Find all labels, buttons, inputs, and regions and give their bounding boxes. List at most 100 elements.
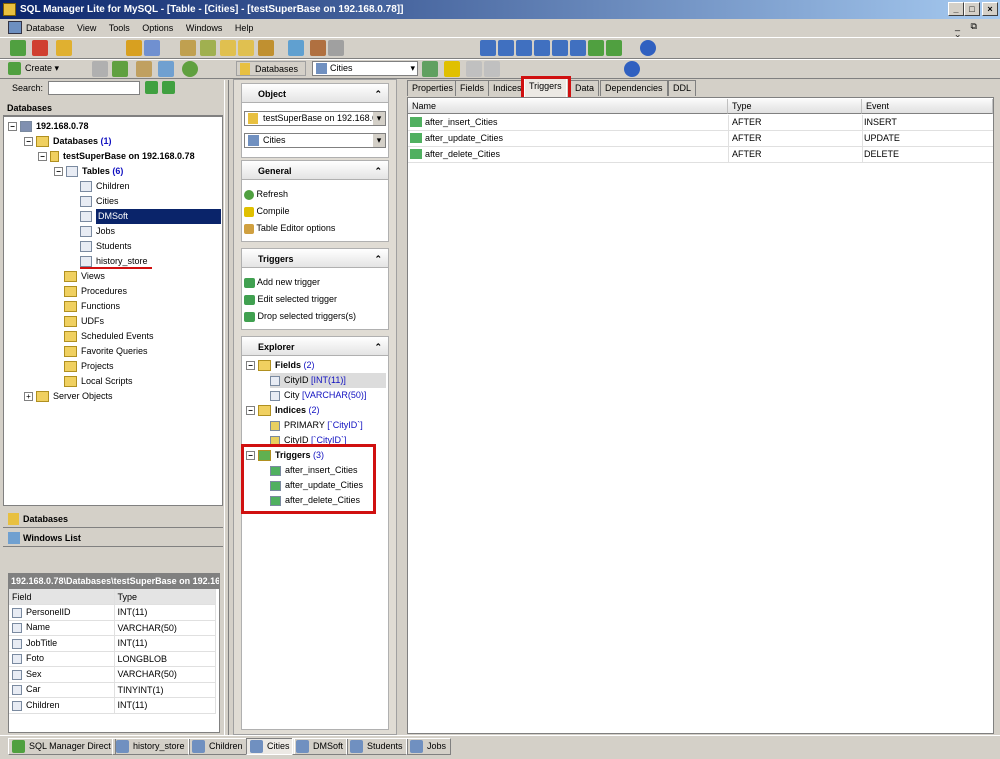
search-next-icon[interactable]: [162, 81, 175, 94]
task-jobs[interactable]: Jobs: [406, 738, 452, 755]
collapse-icon[interactable]: ⌃: [374, 249, 382, 269]
compile-link[interactable]: Compile: [244, 203, 290, 219]
bottom-tab-databases[interactable]: Databases: [3, 510, 223, 528]
tree-procedures[interactable]: Procedures: [64, 284, 127, 299]
tile-v-icon[interactable]: [534, 40, 550, 56]
drop-trigger-link[interactable]: Drop selected triggers(s): [244, 308, 356, 324]
object-section-header[interactable]: Object ⌃: [241, 83, 389, 103]
services-icon[interactable]: [328, 40, 344, 56]
table-select[interactable]: Cities ▾: [244, 133, 386, 148]
edit-icon[interactable]: [180, 40, 196, 56]
mdi-controls[interactable]: _ ⧉ ×: [955, 21, 995, 42]
task-children[interactable]: Children: [188, 738, 248, 755]
db-select[interactable]: testSuperBase on 192.168.0.78 ▾: [244, 111, 386, 126]
search-prev-icon[interactable]: [145, 81, 158, 94]
task-students[interactable]: Students: [346, 738, 408, 755]
edit-trigger-link[interactable]: Edit selected trigger: [244, 291, 337, 307]
export-icon[interactable]: [220, 40, 236, 56]
table-row[interactable]: Sex VARCHAR(50): [9, 666, 216, 683]
search-input[interactable]: [48, 81, 140, 95]
tree-functions[interactable]: Functions: [64, 299, 120, 314]
tools-icon[interactable]: [310, 40, 326, 56]
table-row[interactable]: after_delete_Cities AFTER DELETE: [408, 147, 993, 163]
print-icon[interactable]: [288, 40, 304, 56]
query-builder-icon[interactable]: [144, 40, 160, 56]
expand-icon[interactable]: +: [24, 392, 33, 402]
table-row[interactable]: PersonelID INT(11): [9, 604, 216, 621]
menu-windows[interactable]: Windows: [186, 23, 223, 33]
cascade-icon[interactable]: [480, 40, 496, 56]
menu-options[interactable]: Options: [142, 23, 173, 33]
tree-database-testsuperbase[interactable]: − testSuperBase on 192.168.0.78: [38, 149, 195, 164]
collapse-icon[interactable]: −: [246, 406, 255, 416]
menu-view[interactable]: View: [77, 23, 96, 33]
tree-table-children[interactable]: Children: [80, 179, 130, 194]
commit-icon[interactable]: [466, 61, 482, 77]
tree-views[interactable]: Views: [64, 269, 105, 284]
table-row[interactable]: Foto LONGBLOB: [9, 651, 216, 667]
tree-table-dmsoft[interactable]: DMSoft: [80, 209, 221, 224]
tree-databases[interactable]: − Databases (1): [24, 134, 112, 149]
tab-dependencies[interactable]: Dependencies: [600, 80, 668, 96]
table-row[interactable]: after_insert_Cities AFTER INSERT: [408, 115, 993, 131]
tab-fields[interactable]: Fields: [455, 80, 490, 96]
table-editor-options-link[interactable]: Table Editor options: [244, 220, 335, 236]
tree-table-students[interactable]: Students: [80, 239, 132, 254]
explorer-field-city[interactable]: City [VARCHAR(50)]: [270, 388, 366, 403]
collapse-icon[interactable]: −: [54, 167, 63, 177]
tree-udfs[interactable]: UDFs: [64, 314, 104, 329]
lock-icon[interactable]: [258, 40, 274, 56]
tab-ddl[interactable]: DDL: [668, 80, 697, 96]
task-sql-manager-direct[interactable]: SQL Manager Direct: [8, 738, 116, 755]
databases-combo[interactable]: Databases: [236, 61, 306, 76]
collapse-icon[interactable]: −: [24, 137, 33, 147]
tile-h-icon[interactable]: [516, 40, 532, 56]
help-icon[interactable]: [624, 61, 640, 77]
collapse-icon[interactable]: −: [38, 152, 47, 162]
tree-scheduled-events[interactable]: Scheduled Events: [64, 329, 154, 344]
explorer-index-primary[interactable]: PRIMARY [`CityID`]: [270, 418, 363, 433]
table-row[interactable]: after_update_Cities AFTER UPDATE: [408, 131, 993, 147]
tree-host[interactable]: −192.168.0.78: [8, 119, 89, 134]
collapse-icon[interactable]: ⌃: [374, 161, 382, 181]
nav-splitter[interactable]: [398, 80, 404, 735]
collapse-icon[interactable]: −: [8, 122, 17, 132]
tree-server-objects[interactable]: + Server Objects: [24, 389, 113, 404]
back-icon[interactable]: [588, 40, 604, 56]
filter-icon[interactable]: [136, 61, 152, 77]
explorer-indices[interactable]: − Indices (2): [246, 403, 320, 418]
table-combo[interactable]: Cities ▾: [312, 61, 418, 76]
disconnect-icon[interactable]: [32, 40, 48, 56]
tree-local-scripts[interactable]: Local Scripts: [64, 374, 133, 389]
maximize-button[interactable]: □: [964, 2, 980, 16]
table-row[interactable]: Children INT(11): [9, 697, 216, 714]
menu-help[interactable]: Help: [235, 23, 254, 33]
settings-icon[interactable]: [640, 40, 656, 56]
tile-icon[interactable]: [498, 40, 514, 56]
table-row[interactable]: Name VARCHAR(50): [9, 620, 216, 636]
sql-editor-icon[interactable]: [126, 40, 142, 56]
col-field[interactable]: Field: [9, 589, 115, 605]
tree-table-cities[interactable]: Cities: [80, 194, 119, 209]
triggers-section-header[interactable]: Triggers ⌃: [241, 248, 389, 268]
collapse-icon[interactable]: ⌃: [374, 84, 382, 104]
task-cities[interactable]: Cities: [246, 738, 295, 755]
tree-favorite-queries[interactable]: Favorite Queries: [64, 344, 148, 359]
import-icon[interactable]: [238, 40, 254, 56]
menu-database[interactable]: Database: [26, 23, 65, 33]
minimize-all-icon[interactable]: [552, 40, 568, 56]
tree-tables[interactable]: − Tables (6): [54, 164, 123, 179]
table-row[interactable]: JobTitle INT(11): [9, 635, 216, 652]
drop-icon[interactable]: [92, 61, 108, 77]
minimize-button[interactable]: _: [948, 2, 964, 16]
refresh-icon[interactable]: [182, 61, 198, 77]
explorer-section-header[interactable]: Explorer ⌃: [241, 336, 389, 356]
collapse-icon[interactable]: ⌃: [374, 337, 382, 357]
arrange-icon[interactable]: [570, 40, 586, 56]
table-row[interactable]: Car TINYINT(1): [9, 682, 216, 698]
rollback-icon[interactable]: [484, 61, 500, 77]
database-icon[interactable]: [56, 40, 72, 56]
explorer-field-cityid[interactable]: CityID [INT(11)]: [270, 373, 386, 388]
menu-tools[interactable]: Tools: [109, 23, 130, 33]
col-event-header[interactable]: Event: [862, 99, 993, 114]
